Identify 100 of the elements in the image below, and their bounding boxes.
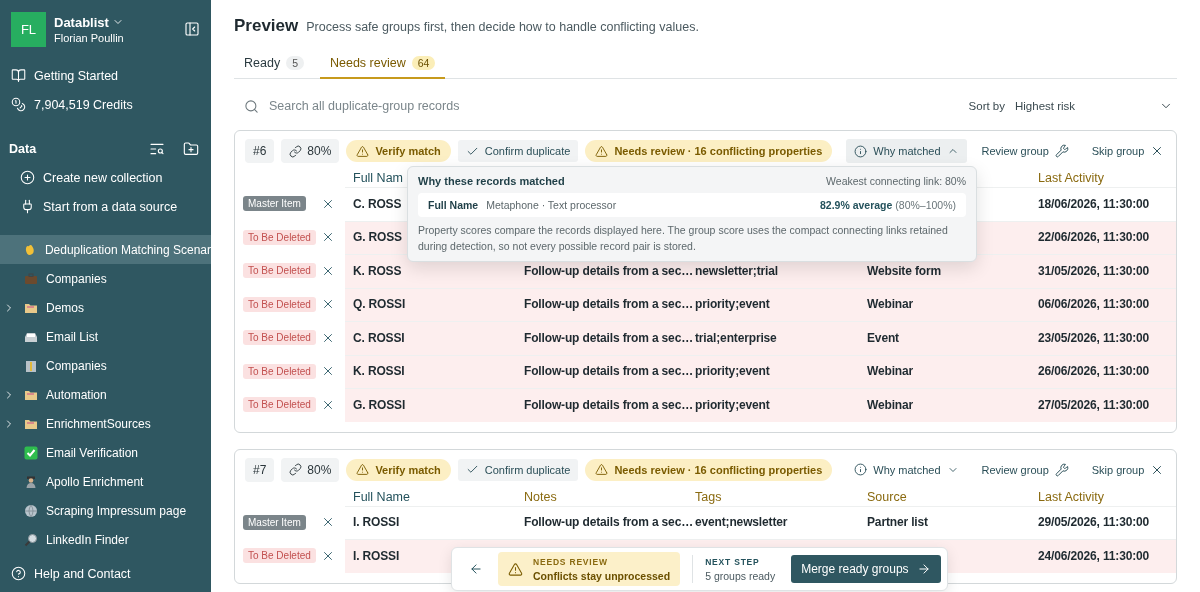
table-cell: C. ROSSI	[353, 330, 405, 346]
section-title: Data	[9, 142, 38, 156]
sidebar-item[interactable]: Companies	[0, 264, 211, 293]
review-group-button[interactable]: Review group	[973, 457, 1077, 482]
sidebar-link[interactable]: 7,904,519 Credits	[0, 90, 211, 119]
confirm-duplicate-button[interactable]: Confirm duplicate	[457, 458, 579, 481]
sidebar-item[interactable]: EnrichmentSources	[0, 409, 211, 438]
table-cell: priority;event	[695, 397, 770, 413]
table-cell: Follow-up details from a sec…	[524, 364, 693, 380]
status-badge: To Be Deleted	[243, 397, 316, 413]
match-method: Metaphone · Text processor	[486, 199, 618, 211]
new-folder-icon[interactable]	[183, 141, 199, 157]
link-icon	[289, 144, 303, 158]
table-cell: Q. ROSSI	[353, 297, 406, 313]
table-cell: Website form	[867, 263, 941, 279]
table-cell: Follow-up details from a sec…	[524, 263, 693, 279]
help-link[interactable]: Help and Contact	[0, 559, 211, 588]
search-icon	[244, 98, 259, 114]
property-name: Full Name	[428, 199, 479, 211]
count-badge: 64	[411, 56, 436, 70]
table-cell: 22/06/2026, 11:30:00	[1038, 230, 1150, 246]
table-cell: Follow-up details from a sec…	[524, 330, 693, 346]
globe-icon	[24, 503, 38, 518]
column-header: Source	[867, 489, 907, 504]
table-cell: event;newsletter	[695, 515, 788, 531]
info-icon	[854, 463, 868, 476]
merge-button[interactable]: Merge ready groups	[791, 555, 941, 583]
sidebar-item[interactable]: Apollo Enrichment	[0, 467, 211, 496]
confirm-duplicate-button[interactable]: Confirm duplicate	[457, 140, 579, 162]
table-cell: Follow-up details from a sec…	[524, 515, 693, 531]
table-cell: I. ROSSI	[353, 515, 400, 531]
table-cell: 06/06/2026, 11:30:00	[1038, 297, 1150, 313]
page-subtitle: Process safe groups first, then decide how to handle conflicting values.	[306, 20, 699, 34]
arrow-right-icon	[916, 562, 931, 576]
popover-title: Why these records matched	[418, 175, 565, 187]
status-badge: To Be Deleted	[243, 363, 316, 379]
count-badge: 5	[286, 56, 304, 70]
check-icon	[465, 463, 479, 476]
building-icon	[24, 358, 38, 373]
status-badge: Master Item	[243, 196, 306, 212]
person-icon	[24, 474, 38, 489]
table-cell: 27/05/2026, 11:30:00	[1038, 397, 1150, 413]
sidebar-action[interactable]: Create new collection	[0, 163, 211, 192]
sidebar-item[interactable]: Email Verification	[0, 438, 211, 467]
table-cell: 31/05/2026, 11:30:00	[1038, 263, 1150, 279]
sort-label: Sort by	[968, 100, 1005, 112]
wrench-icon	[1054, 462, 1069, 477]
table-cell: trial;enterprise	[695, 330, 777, 346]
table-cell: 29/05/2026, 11:30:00	[1038, 515, 1150, 531]
next-step-text: 5 groups ready	[705, 569, 776, 582]
skip-group-button[interactable]: Skip group	[1083, 457, 1173, 482]
match-score: 80%	[281, 457, 340, 482]
sidebar-item[interactable]: LinkedIn Finder	[0, 525, 211, 554]
sidebar-item[interactable]: Email List	[0, 322, 211, 351]
table-cell: 26/06/2026, 11:30:00	[1038, 364, 1150, 380]
match-score: 80%	[281, 139, 340, 163]
verify-match-button[interactable]: Verify match	[346, 140, 451, 162]
coins-icon	[11, 97, 26, 112]
status-badge: Master Item	[243, 514, 306, 530]
status-badge: To Be Deleted	[243, 330, 316, 346]
workspace-switcher[interactable]: Datablist	[54, 14, 176, 30]
table-cell: Follow-up details from a sec…	[524, 297, 693, 313]
sidebar-item[interactable]: Scraping Impressum page	[0, 496, 211, 525]
group-number: #7	[245, 457, 275, 482]
link-icon	[289, 463, 303, 476]
sidebar-item[interactable]: Deduplication Matching Scenar	[0, 235, 211, 264]
sidebar-item[interactable]: Automation	[0, 380, 211, 409]
status-badge: To Be Deleted	[243, 548, 316, 564]
needs-review-badge: Needs review · 16 conflicting properties	[585, 140, 833, 162]
table-cell: C. ROSS	[353, 196, 402, 212]
column-header: Full Nam	[353, 171, 403, 185]
table-cell: 18/06/2026, 11:30:00	[1038, 196, 1150, 212]
sidebar-action[interactable]: Start from a data source	[0, 192, 211, 221]
sidebar-item[interactable]: Companies	[0, 351, 211, 380]
sort-select[interactable]: Highest risk	[1013, 99, 1173, 113]
review-group-button[interactable]: Review group	[973, 139, 1077, 163]
skip-group-button[interactable]: Skip group	[1083, 139, 1173, 163]
table-cell: Follow-up details from a sec…	[524, 397, 693, 413]
notice-label: NEEDS REVIEW	[533, 556, 609, 567]
why-matched-button[interactable]: Why matched	[846, 457, 967, 482]
why-matched-button[interactable]: Why matched	[846, 139, 967, 163]
needs-review-badge: Needs review · 16 conflicting properties	[585, 458, 833, 481]
tab[interactable]: Needs review 64	[320, 50, 446, 79]
table-cell: Webinar	[867, 397, 914, 413]
checkbox-icon	[24, 445, 38, 460]
column-header: Tags	[695, 489, 722, 504]
search-list-icon[interactable]	[149, 141, 165, 157]
collapse-sidebar-icon[interactable]	[184, 21, 200, 37]
search-field[interactable]: Search all duplicate-group records	[267, 98, 961, 114]
plug-icon	[20, 199, 35, 214]
status-badge: To Be Deleted	[243, 263, 316, 279]
column-header: Full Name	[353, 489, 410, 504]
tab[interactable]: Ready 5	[234, 50, 314, 79]
plus-circle-icon	[20, 170, 35, 185]
next-step-label: NEXT STEP	[705, 556, 761, 567]
verify-match-button[interactable]: Verify match	[346, 458, 451, 481]
sidebar-link[interactable]: Getting Started	[0, 61, 211, 90]
book-icon	[11, 68, 26, 83]
table-cell: priority;event	[695, 364, 770, 380]
sidebar-item[interactable]: Demos	[0, 293, 211, 322]
